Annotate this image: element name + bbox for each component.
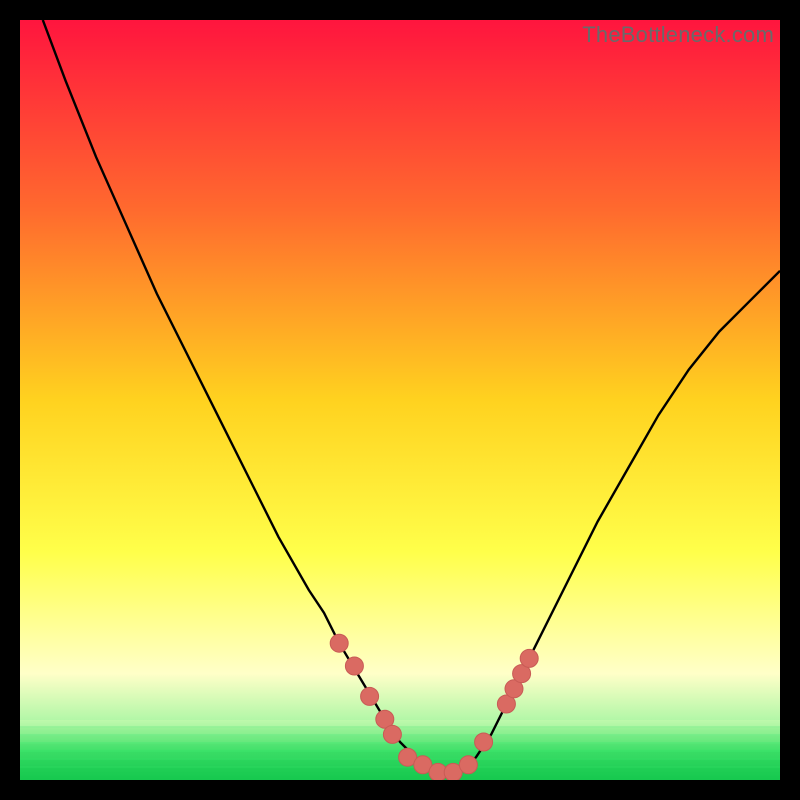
- curve-marker: [345, 657, 363, 675]
- curve-marker: [475, 733, 493, 751]
- chart-svg: [20, 20, 780, 780]
- curve-marker: [361, 687, 379, 705]
- curve-marker: [383, 725, 401, 743]
- curve-marker: [459, 756, 477, 774]
- gradient-background: [20, 20, 780, 780]
- curve-marker: [520, 649, 538, 667]
- curve-marker: [330, 634, 348, 652]
- watermark-text: TheBottleneck.com: [582, 22, 774, 48]
- chart-frame: TheBottleneck.com: [20, 20, 780, 780]
